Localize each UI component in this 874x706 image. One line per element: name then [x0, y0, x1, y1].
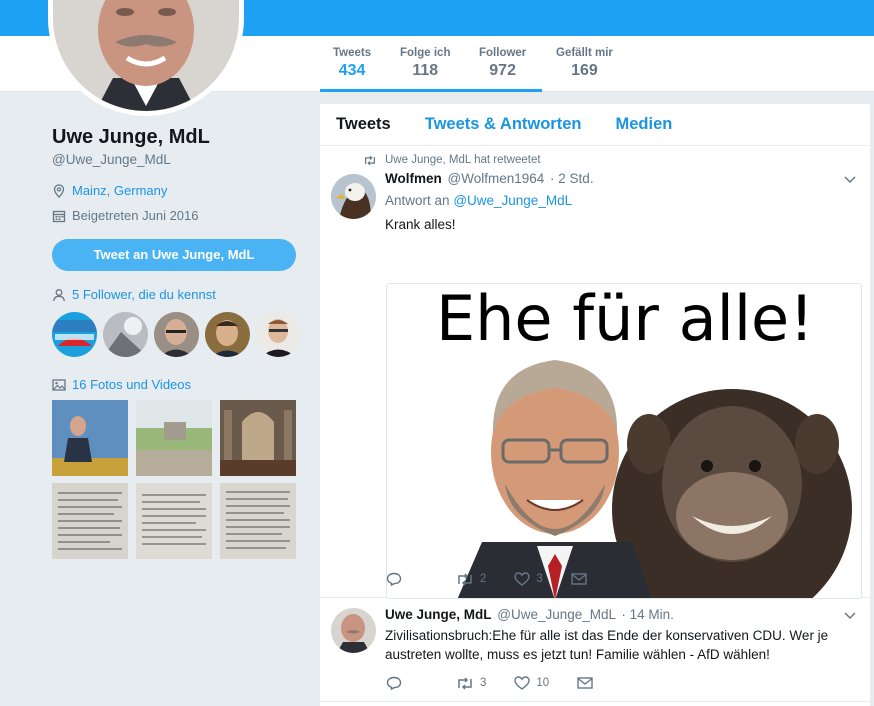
like-button[interactable]: 10: [514, 676, 549, 690]
photo-thumbnail[interactable]: [52, 483, 128, 559]
tweet-item[interactable]: Uwe Junge, MdL hat retweetet Wolfmen @Wo…: [320, 146, 870, 599]
like-button[interactable]: 3: [514, 572, 543, 586]
tweet-actions: 2 3: [386, 572, 615, 586]
follower-avatar[interactable]: [154, 312, 199, 357]
stat-value: 972: [489, 62, 516, 79]
calendar-icon: [52, 210, 66, 222]
followers-you-know-list: [52, 312, 302, 357]
retweet-note: Uwe Junge, MdL hat retweetet: [385, 154, 541, 166]
reply-icon: [386, 676, 402, 690]
photo-grid: [52, 400, 302, 559]
profile-avatar[interactable]: [48, 0, 244, 116]
tab-tweets[interactable]: Tweets: [336, 115, 391, 134]
photos-videos-header: 16 Fotos und Videos: [52, 377, 302, 392]
timeline-tabs: Tweets Tweets & Antworten Medien: [320, 104, 870, 146]
author-avatar[interactable]: [331, 174, 376, 219]
profile-location: Mainz, Germany: [52, 183, 302, 198]
stat-value: 434: [338, 62, 366, 79]
reply-prefix: Antwort an: [385, 193, 450, 208]
chevron-down-icon[interactable]: [844, 176, 856, 184]
photo-thumbnail[interactable]: [220, 400, 296, 476]
retweet-icon: [365, 155, 375, 165]
tweet-header: Wolfmen @Wolfmen1964 · 2 Std.: [385, 171, 594, 186]
profile-handle[interactable]: @Uwe_Junge_MdL: [52, 152, 302, 167]
followers-you-know-link[interactable]: 5 Follower, die du kennst: [72, 287, 216, 302]
photos-videos-link[interactable]: 16 Fotos und Videos: [72, 377, 191, 392]
stat-followers[interactable]: Follower 972: [479, 47, 526, 80]
retweet-icon: [458, 572, 472, 586]
location-pin-icon: [53, 183, 65, 198]
retweet-count: 3: [480, 677, 487, 689]
like-count: 10: [536, 677, 550, 689]
retweet-button[interactable]: 3: [456, 676, 487, 690]
heart-icon: [514, 676, 531, 690]
stat-tweets[interactable]: Tweets 434: [333, 47, 371, 80]
stat-likes[interactable]: Gefällt mir 169: [556, 47, 613, 80]
author-handle[interactable]: @Wolfmen1964: [448, 171, 545, 186]
profile-joined: Beigetreten Juni 2016: [52, 208, 302, 223]
envelope-icon: [571, 573, 587, 585]
author-avatar[interactable]: [331, 608, 376, 653]
direct-message-button[interactable]: [577, 677, 593, 689]
media-caption: Ehe für alle!: [435, 283, 815, 355]
retweet-count: 2: [480, 573, 487, 585]
tweet-text: Krank alles!: [385, 217, 456, 232]
timeline: Tweets Tweets & Antworten Medien Uwe Jun…: [320, 104, 870, 706]
stat-value: 169: [571, 62, 598, 79]
tweet-time[interactable]: · 2 Std.: [550, 171, 594, 186]
stat-label: Gefällt mir: [556, 47, 613, 59]
profile-sidebar: Uwe Junge, MdL @Uwe_Junge_MdL Mainz, Ger…: [52, 124, 302, 559]
tweet-header: Uwe Junge, MdL @Uwe_Junge_MdL · 14 Min.: [385, 607, 674, 622]
stat-value: 118: [412, 62, 439, 79]
author-name[interactable]: Wolfmen: [385, 171, 442, 186]
stat-label: Tweets: [333, 47, 372, 59]
reply-handle-link[interactable]: @Uwe_Junge_MdL: [453, 193, 572, 208]
photo-thumbnail[interactable]: [52, 400, 128, 476]
retweet-button[interactable]: 2: [456, 572, 487, 586]
follower-avatar[interactable]: [256, 312, 301, 357]
envelope-icon: [577, 677, 593, 689]
photo-thumbnail[interactable]: [136, 483, 212, 559]
reply-icon: [386, 572, 402, 586]
tweet-time[interactable]: · 14 Min.: [621, 607, 674, 622]
active-stat-indicator: [320, 89, 542, 92]
followers-you-know-header: 5 Follower, die du kennst: [52, 287, 302, 302]
tweet-actions: 3 10: [386, 676, 621, 690]
location-link[interactable]: Mainz, Germany: [72, 183, 167, 198]
stat-label: Follower: [479, 47, 527, 59]
tweet-to-button[interactable]: Tweet an Uwe Junge, MdL: [52, 239, 296, 271]
follower-avatar[interactable]: [205, 312, 250, 357]
tweet-text: Zivilisationsbruch:Ehe für alle ist das …: [385, 628, 829, 662]
stat-label: Folge ich: [400, 47, 451, 59]
follower-avatar[interactable]: [52, 312, 97, 357]
tab-tweets-and-replies[interactable]: Tweets & Antworten: [425, 115, 582, 134]
reply-button[interactable]: [386, 572, 402, 586]
follower-avatar[interactable]: [103, 312, 148, 357]
stat-following[interactable]: Folge ich 118: [400, 47, 450, 80]
person-icon: [53, 288, 65, 301]
retweet-indicator: Uwe Junge, MdL hat retweetet: [363, 154, 541, 166]
heart-icon: [514, 572, 531, 586]
photo-thumbnail[interactable]: [136, 400, 212, 476]
tweet-item[interactable]: Uwe Junge, MdL @Uwe_Junge_MdL · 14 Min. …: [320, 598, 870, 702]
retweet-icon: [458, 676, 472, 690]
direct-message-button[interactable]: [571, 573, 587, 585]
author-name[interactable]: Uwe Junge, MdL: [385, 607, 492, 622]
tab-media[interactable]: Medien: [615, 115, 672, 134]
tweet-media-image[interactable]: Ehe für alle!: [386, 283, 862, 599]
author-handle[interactable]: @Uwe_Junge_MdL: [497, 607, 615, 622]
photo-thumbnail[interactable]: [220, 483, 296, 559]
image-icon: [52, 378, 66, 391]
chevron-down-icon[interactable]: [844, 612, 856, 620]
like-count: 3: [536, 573, 543, 585]
reply-button[interactable]: [386, 676, 402, 690]
reply-context: Antwort an @Uwe_Junge_MdL: [385, 193, 572, 208]
profile-name[interactable]: Uwe Junge, MdL: [52, 124, 302, 150]
joined-date: Beigetreten Juni 2016: [72, 208, 199, 223]
